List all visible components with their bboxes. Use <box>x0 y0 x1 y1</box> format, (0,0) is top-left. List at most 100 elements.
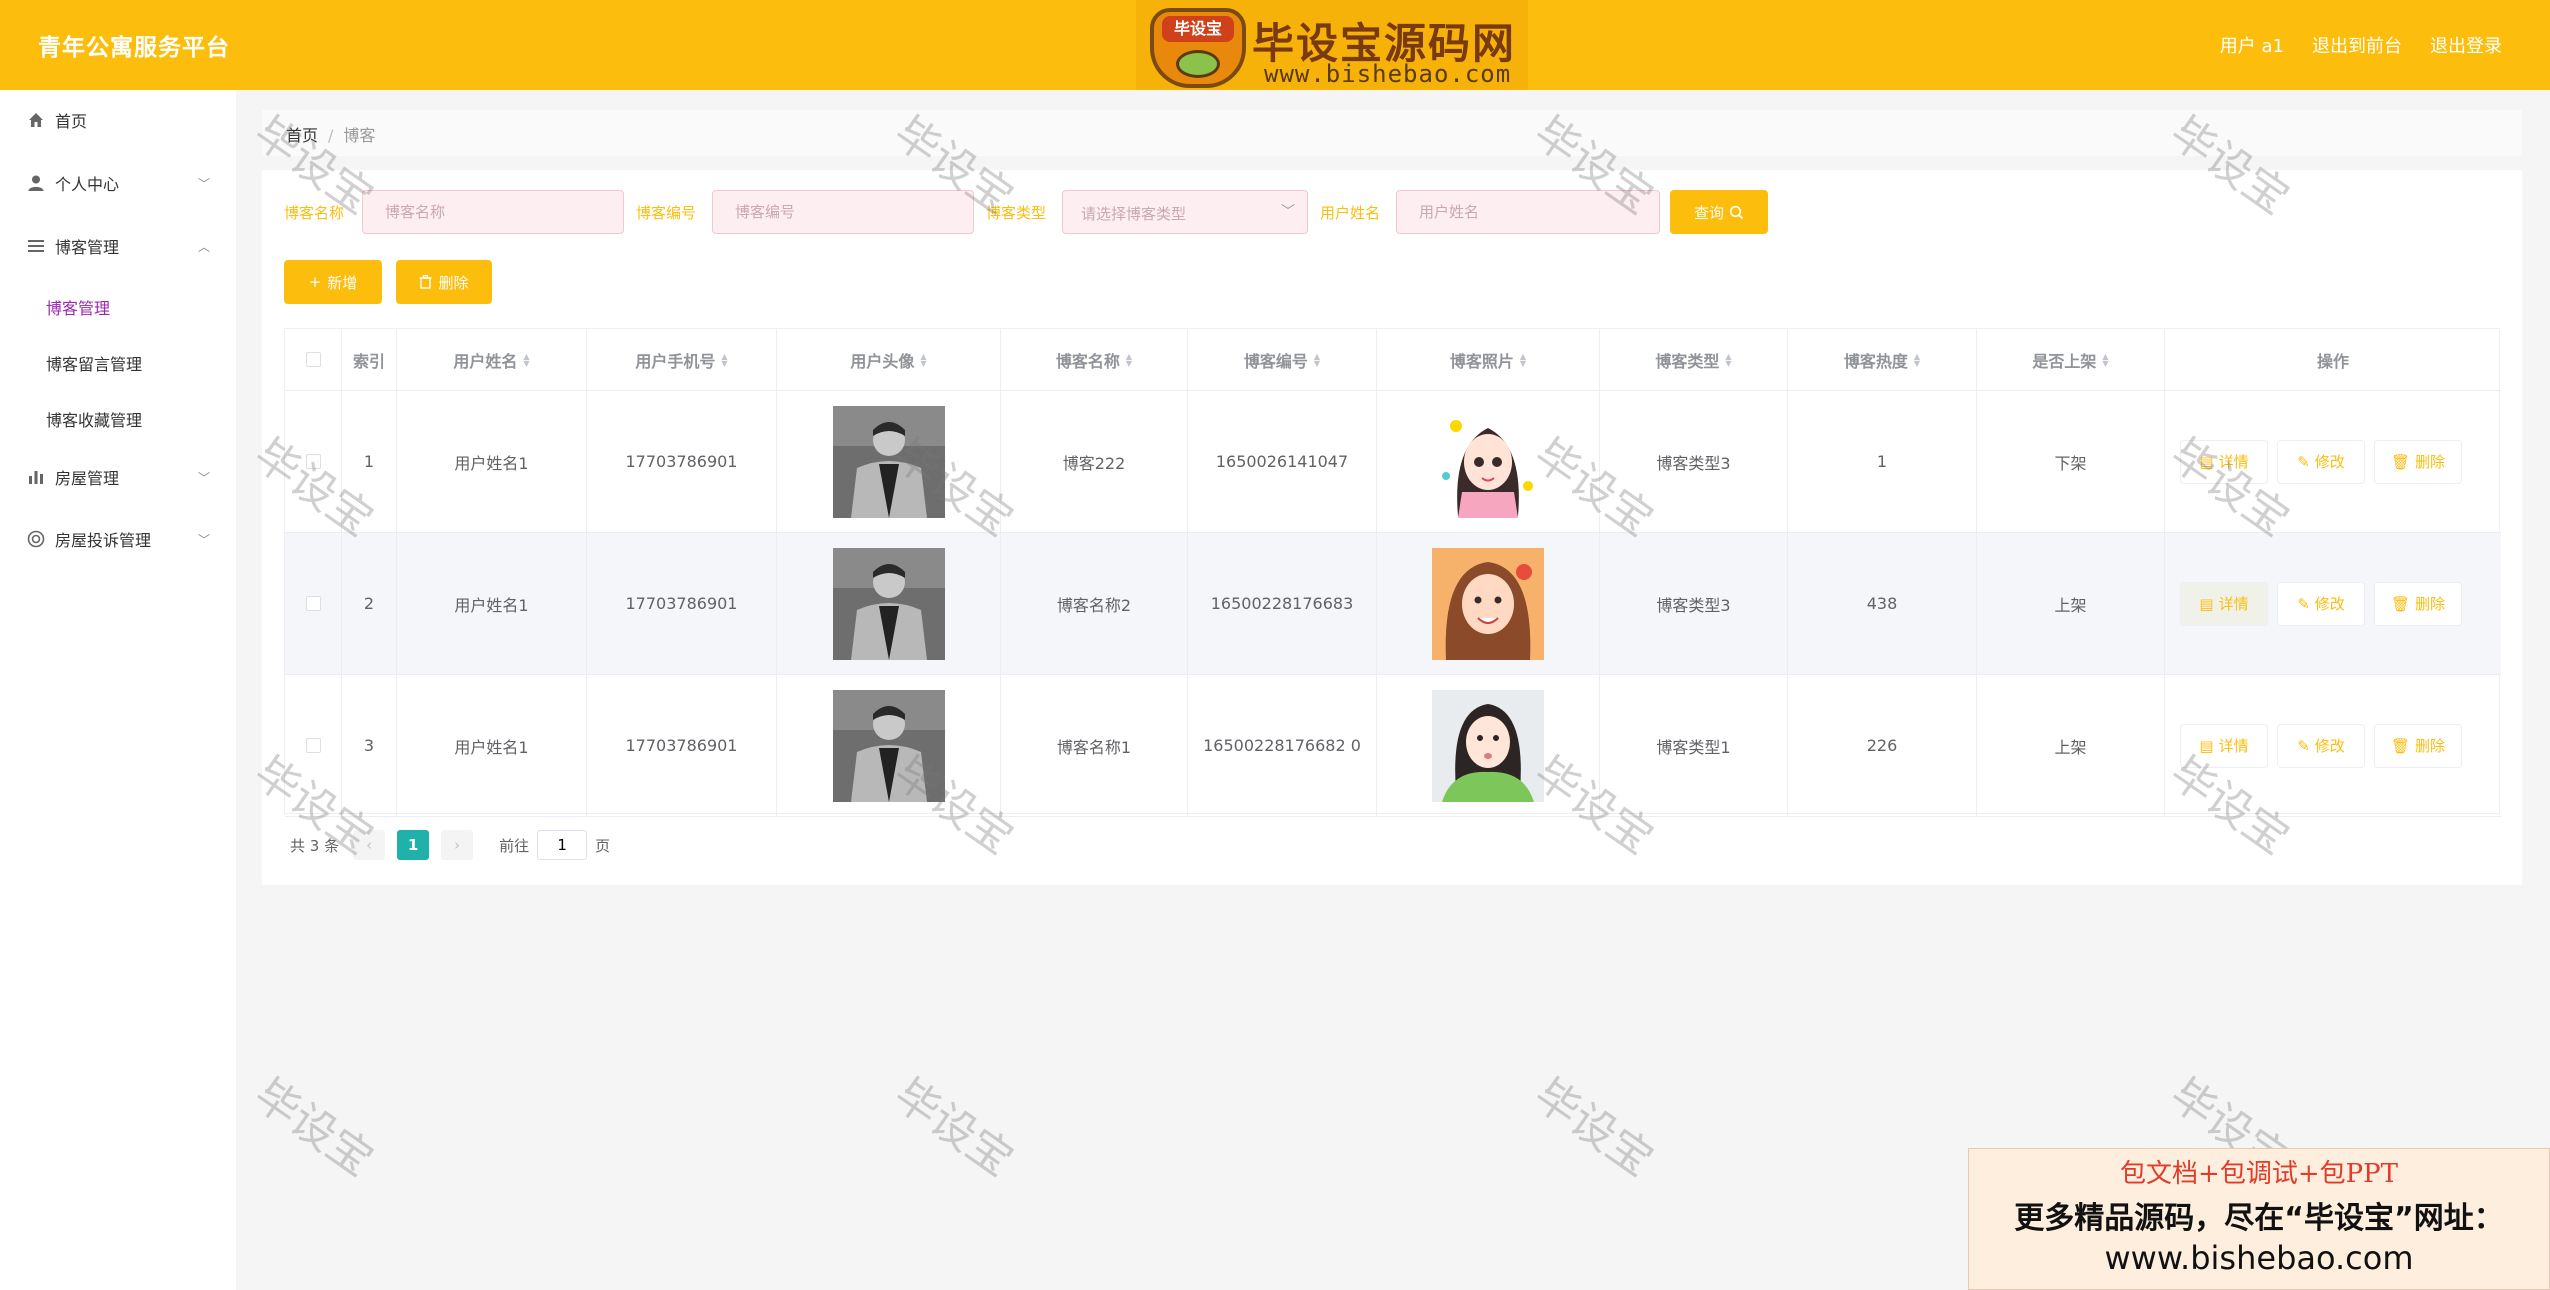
sidebar: 首页 个人中心 ﹀ 博客管理 ︿ 博客管理 博客留言管理 博客收藏管理 房屋管理… <box>0 90 236 1290</box>
exit-to-front-link[interactable]: 退出到前台 <box>2312 32 2402 58</box>
chevron-down-icon: ﹀ <box>197 470 210 485</box>
trash-icon: 🗑 <box>2390 736 2411 755</box>
detail-button[interactable]: ▤ 详情 <box>2180 723 2268 768</box>
cell-index: 3 <box>342 675 397 816</box>
header-label: 博客照片 <box>1449 351 1514 371</box>
header-label: 用户手机号 <box>635 351 716 371</box>
user-avatar-image[interactable] <box>832 547 945 660</box>
row-select-cell <box>285 533 342 674</box>
row-delete-button[interactable]: 🗑 删除 <box>2374 723 2462 768</box>
breadcrumb-home[interactable]: 首页 <box>286 126 318 145</box>
add-button[interactable]: + 新增 <box>284 260 382 304</box>
sidebar-subitem-blog[interactable]: 博客管理 <box>46 295 110 319</box>
sidebar-item-label: 房屋投诉管理 <box>55 531 152 550</box>
cell-blog-photo <box>1377 391 1600 532</box>
page-number-button[interactable]: 1 <box>397 830 430 860</box>
cell-user-avatar <box>777 675 1001 816</box>
blog-photo-image[interactable] <box>1432 547 1544 660</box>
sidebar-item-label: 房屋管理 <box>55 469 120 488</box>
sidebar-subitem-favorites[interactable]: 博客收藏管理 <box>46 407 142 431</box>
sidebar-item-label: 首页 <box>55 112 88 131</box>
delete-button[interactable]: 删除 <box>396 260 492 304</box>
edit-label: 修改 <box>2314 595 2345 613</box>
header-blog-heat[interactable]: 博客热度 ▲ ▼ <box>1788 329 1977 390</box>
cell-user-name: 用户姓名1 <box>397 533 587 674</box>
header-blog-type[interactable]: 博客类型 ▲ ▼ <box>1600 329 1788 390</box>
header-actions: 操作 <box>2316 351 2349 371</box>
sidebar-item-home[interactable]: 首页 <box>0 100 236 140</box>
promo-banner: 包文档+包调试+包PPT 更多精品源码，尽在“毕设宝”网址： www.bishe… <box>1968 1148 2550 1290</box>
select-all-checkbox[interactable] <box>305 352 321 367</box>
header-user-avatar[interactable]: 用户头像 ▲ ▼ <box>777 329 1001 390</box>
row-delete-button[interactable]: 🗑 删除 <box>2374 581 2462 626</box>
edit-button[interactable]: ✎ 修改 <box>2277 439 2365 484</box>
watermark-text: 毕设宝 <box>884 1068 1023 1187</box>
sidebar-item-blog-mgmt[interactable]: 博客管理 ︿ <box>0 226 236 266</box>
goto-page-input[interactable] <box>537 830 588 860</box>
promo-line-2: 更多精品源码，尽在“毕设宝”网址： <box>2014 1201 2504 1236</box>
user-name-input[interactable] <box>1396 190 1660 234</box>
top-header: 青年公寓服务平台 毕设宝 毕设宝源码网 www.bishebao.com 用户 … <box>0 0 2550 90</box>
detail-button[interactable]: ▤ 详情 <box>2180 439 2268 484</box>
cell-user-phone: 17703786901 <box>587 675 777 816</box>
blog-name-input[interactable] <box>362 190 624 234</box>
row-checkbox[interactable] <box>305 596 321 611</box>
promo-line-1: 包文档+包调试+包PPT <box>2120 1159 2398 1189</box>
user-avatar-image[interactable] <box>832 689 945 802</box>
header-user-phone[interactable]: 用户手机号 ▲ ▼ <box>587 329 777 390</box>
trash-icon: 🗑 <box>2390 452 2411 471</box>
pagination-total: 共 3 条 <box>290 836 340 855</box>
detail-button[interactable]: ▤ 详情 <box>2180 581 2268 626</box>
edit-label: 修改 <box>2314 737 2345 755</box>
edit-button[interactable]: ✎ 修改 <box>2277 581 2365 626</box>
header-user-name[interactable]: 用户姓名 ▲ ▼ <box>397 329 587 390</box>
sort-icon: ▲ ▼ <box>1519 351 1527 368</box>
sidebar-item-house-mgmt[interactable]: 房屋管理 ﹀ <box>0 457 236 497</box>
sidebar-item-personal[interactable]: 个人中心 ﹀ <box>0 163 236 203</box>
row-select-cell <box>285 675 342 816</box>
header-on-shelf[interactable]: 是否上架 ▲ ▼ <box>1977 329 2165 390</box>
cell-user-name: 用户姓名1 <box>397 675 587 816</box>
edit-label: 修改 <box>2314 453 2345 471</box>
row-select-cell <box>285 391 342 532</box>
edit-button[interactable]: ✎ 修改 <box>2277 723 2365 768</box>
sort-icon: ▲ ▼ <box>1313 351 1321 368</box>
cell-actions: ▤ 详情 ✎ 修改 🗑 删除 <box>2165 533 2501 674</box>
edit-icon: ✎ <box>2297 452 2310 471</box>
row-checkbox[interactable] <box>305 454 321 469</box>
app-title: 青年公寓服务平台 <box>38 35 230 61</box>
cell-actions: ▤ 详情 ✎ 修改 🗑 删除 <box>2165 391 2501 532</box>
logo-url: www.bishebao.com <box>1264 60 1512 88</box>
sort-icon: ▲ ▼ <box>1913 351 1921 368</box>
content-panel: 博客名称 博客编号 博客类型 请选择博客类型 ﹀ 用户姓名 查询 + 新增 删除… <box>262 170 2522 885</box>
goto-label: 前往 <box>499 836 530 855</box>
sidebar-subitem-comments[interactable]: 博客留言管理 <box>46 351 142 375</box>
header-label: 用户姓名 <box>453 351 518 371</box>
header-blog-name[interactable]: 博客名称 ▲ ▼ <box>1001 329 1188 390</box>
query-button[interactable]: 查询 <box>1670 190 1768 234</box>
sort-icon: ▲ ▼ <box>1725 351 1732 368</box>
logout-link[interactable]: 退出登录 <box>2430 32 2502 58</box>
header-blog-code[interactable]: 博客编号 ▲ ▼ <box>1188 329 1377 390</box>
next-page-button[interactable]: › <box>441 830 474 860</box>
chevron-down-icon: ﹀ <box>197 176 210 191</box>
cell-blog-name: 博客名称1 <box>1001 675 1188 816</box>
header-blog-photo[interactable]: 博客照片 ▲ ▼ <box>1377 329 1600 390</box>
user-avatar-image[interactable] <box>832 405 945 518</box>
delete-button-label: 删除 <box>438 273 469 292</box>
prev-page-button[interactable]: ‹ <box>353 830 386 860</box>
cell-blog-name: 博客222 <box>1001 391 1188 532</box>
blog-type-select[interactable]: 请选择博客类型 ﹀ <box>1062 190 1308 234</box>
blog-code-input[interactable] <box>712 190 974 234</box>
user-name-label: 用户姓名 <box>1320 204 1381 222</box>
sidebar-item-complaint-mgmt[interactable]: 房屋投诉管理 ﹀ <box>0 519 236 559</box>
blog-photo-image[interactable] <box>1432 689 1544 802</box>
blog-photo-image[interactable] <box>1432 405 1544 518</box>
row-checkbox[interactable] <box>305 738 321 753</box>
row-delete-button[interactable]: 🗑 删除 <box>2374 439 2462 484</box>
current-user[interactable]: 用户 a1 <box>2220 32 2284 58</box>
header-label: 博客热度 <box>1843 351 1908 371</box>
cell-user-avatar <box>777 533 1001 674</box>
cell-blog-heat: 1 <box>1788 391 1977 532</box>
promo-url: www.bishebao.com <box>2104 1239 2414 1277</box>
